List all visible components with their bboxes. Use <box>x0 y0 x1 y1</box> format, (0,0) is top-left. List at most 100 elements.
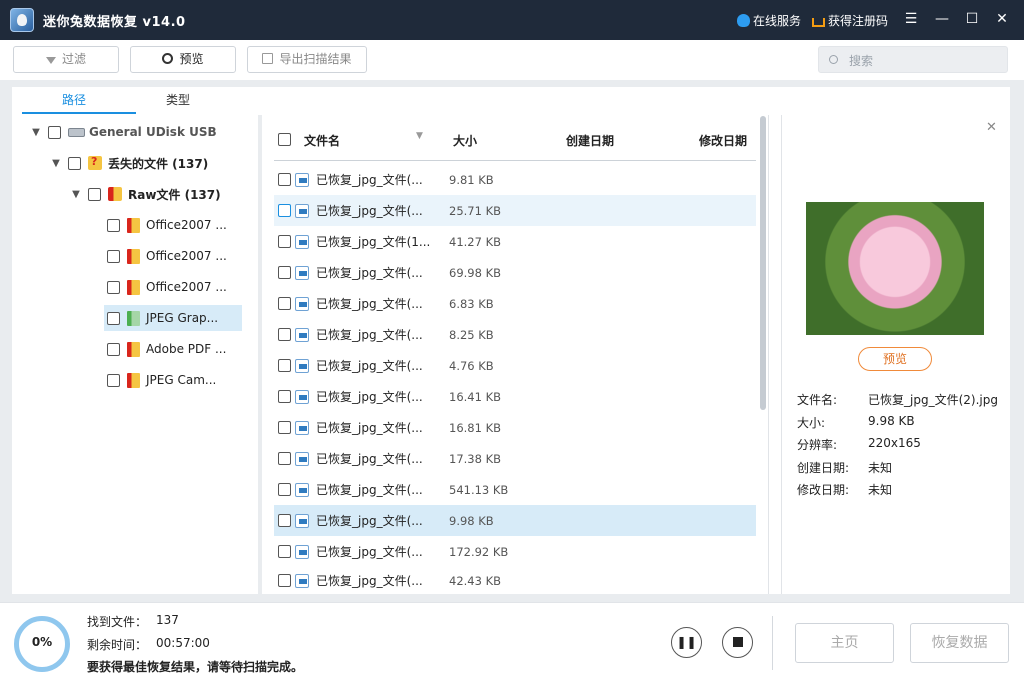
modified-date-value: 未知 <box>868 483 893 497</box>
tree-item-type[interactable]: Office2007 ... <box>104 212 242 238</box>
checkbox[interactable] <box>107 249 120 263</box>
file-size: 172.92 KB <box>449 544 509 559</box>
file-name: 已恢复_jpg_文件(... <box>316 173 423 187</box>
close-preview-icon[interactable]: ✕ <box>986 120 997 135</box>
tree-item-type[interactable]: Adobe PDF ... <box>104 336 242 362</box>
menu-icon[interactable]: ☰ <box>902 10 920 28</box>
column-header-created[interactable]: 创建日期 <box>566 132 614 149</box>
file-row[interactable]: 已恢复_jpg_文件(... 172.92 KB <box>274 536 756 567</box>
tree-label: 丢失的文件 (137) <box>108 156 209 171</box>
checkbox[interactable] <box>107 342 120 356</box>
checkbox[interactable] <box>278 235 291 248</box>
checkbox[interactable] <box>68 156 81 170</box>
status-divider <box>772 616 773 670</box>
image-preview-thumbnail <box>806 202 984 335</box>
select-all-checkbox[interactable] <box>278 133 291 146</box>
lost-folder-icon <box>88 155 102 170</box>
column-header-name[interactable]: 文件名 <box>304 132 340 149</box>
tree-item-disk[interactable]: ▼ General UDisk USB <box>30 119 217 145</box>
tree-label: General UDisk USB <box>89 125 217 139</box>
checkbox[interactable] <box>88 187 101 201</box>
file-type-icon <box>127 217 140 233</box>
file-row[interactable]: 已恢复_jpg_文件(... 4.76 KB <box>274 350 756 381</box>
checkbox[interactable] <box>278 328 291 341</box>
file-row[interactable]: 已恢复_jpg_文件(... 6.83 KB <box>274 288 756 319</box>
export-icon <box>262 53 274 64</box>
checkbox[interactable] <box>278 483 291 496</box>
file-row[interactable]: 已恢复_jpg_文件(... 42.43 KB <box>274 567 756 594</box>
panel-divider <box>768 115 782 594</box>
file-row[interactable]: 已恢复_jpg_文件(... 69.98 KB <box>274 257 756 288</box>
tab-path[interactable]: 路径 <box>22 91 126 108</box>
tree-item-type[interactable]: Office2007 ... <box>104 243 242 269</box>
file-row[interactable]: 已恢复_jpg_文件(... 541.13 KB <box>274 474 756 505</box>
tab-type[interactable]: 类型 <box>126 91 230 108</box>
chevron-down-icon[interactable]: ▼ <box>50 158 62 169</box>
checkbox[interactable] <box>107 311 120 325</box>
tree-item-type[interactable]: JPEG Cam... <box>104 367 242 393</box>
checkbox[interactable] <box>278 545 291 558</box>
checkbox[interactable] <box>278 390 291 403</box>
online-service-label: 在线服务 <box>753 14 802 28</box>
sort-arrow-icon[interactable]: ▼ <box>416 131 423 141</box>
filter-button[interactable]: 过滤 <box>13 46 119 73</box>
search-input[interactable]: 搜索 <box>818 46 1008 73</box>
home-button[interactable]: 主页 <box>795 623 894 663</box>
export-scan-button[interactable]: 导出扫描结果 <box>247 46 367 73</box>
file-row[interactable]: 已恢复_jpg_文件(... 16.81 KB <box>274 412 756 443</box>
checkbox[interactable] <box>48 125 61 139</box>
file-row[interactable]: 已恢复_jpg_文件(... 9.81 KB <box>274 164 756 195</box>
file-size: 4.76 KB <box>449 358 494 373</box>
stop-icon <box>732 637 743 647</box>
file-name: 已恢复_jpg_文件(... <box>316 359 423 373</box>
close-icon[interactable]: ✕ <box>993 10 1011 28</box>
file-name: 已恢复_jpg_文件(... <box>316 545 423 559</box>
checkbox[interactable] <box>278 297 291 310</box>
column-header-modified[interactable]: 修改日期 <box>699 132 747 149</box>
stop-button[interactable] <box>722 627 753 658</box>
minimize-icon[interactable]: — <box>933 10 951 28</box>
file-size: 17.38 KB <box>449 451 502 466</box>
pause-icon: ❚❚ <box>676 635 697 649</box>
file-row[interactable]: 已恢复_jpg_文件(... 16.41 KB <box>274 381 756 412</box>
checkbox[interactable] <box>278 266 291 279</box>
tree-item-type-selected[interactable]: JPEG Grap... <box>104 305 242 331</box>
tree-item-type[interactable]: Office2007 ... <box>104 274 242 300</box>
checkbox[interactable] <box>278 452 291 465</box>
chevron-down-icon[interactable]: ▼ <box>70 189 82 200</box>
tree-label: Adobe PDF ... <box>146 342 227 356</box>
tree-item-raw-files[interactable]: ▼ Raw文件 (137) <box>70 181 221 207</box>
file-list-scrollbar[interactable] <box>760 116 766 410</box>
file-row[interactable]: 已恢复_jpg_文件(... 8.25 KB <box>274 319 756 350</box>
recover-data-button[interactable]: 恢复数据 <box>910 623 1009 663</box>
online-service-link[interactable]: 在线服务 <box>737 12 801 29</box>
file-name: 已恢复_jpg_文件(... <box>316 390 423 404</box>
file-row[interactable]: 已恢复_jpg_文件(... 17.38 KB <box>274 443 756 474</box>
maximize-icon[interactable]: ☐ <box>963 10 981 28</box>
file-type-icon <box>127 372 140 388</box>
checkbox[interactable] <box>107 373 120 387</box>
chevron-down-icon[interactable]: ▼ <box>30 127 42 138</box>
file-type-icon <box>127 310 140 326</box>
active-tab-indicator <box>22 112 136 114</box>
image-file-icon <box>295 544 309 559</box>
column-header-size[interactable]: 大小 <box>453 132 477 149</box>
tree-item-lost-files[interactable]: ▼ 丢失的文件 (137) <box>50 150 208 176</box>
get-code-link[interactable]: 获得注册码 <box>812 12 888 29</box>
checkbox[interactable] <box>278 421 291 434</box>
file-name: 已恢复_jpg_文件(... <box>316 297 423 311</box>
preview-button[interactable]: 预览 <box>130 46 236 73</box>
file-row[interactable]: 已恢复_jpg_文件(... 25.71 KB <box>274 195 756 226</box>
checkbox[interactable] <box>278 359 291 372</box>
checkbox[interactable] <box>278 204 291 217</box>
file-row-selected[interactable]: 已恢复_jpg_文件(... 9.98 KB <box>274 505 756 536</box>
checkbox[interactable] <box>278 574 291 587</box>
view-tabs: 路径 类型 <box>12 87 258 115</box>
pause-button[interactable]: ❚❚ <box>671 627 702 658</box>
preview-image-button[interactable]: 预览 <box>858 347 932 371</box>
file-row[interactable]: 已恢复_jpg_文件(1... 41.27 KB <box>274 226 756 257</box>
checkbox[interactable] <box>107 218 120 232</box>
checkbox[interactable] <box>278 514 291 527</box>
checkbox[interactable] <box>107 280 120 294</box>
checkbox[interactable] <box>278 173 291 186</box>
